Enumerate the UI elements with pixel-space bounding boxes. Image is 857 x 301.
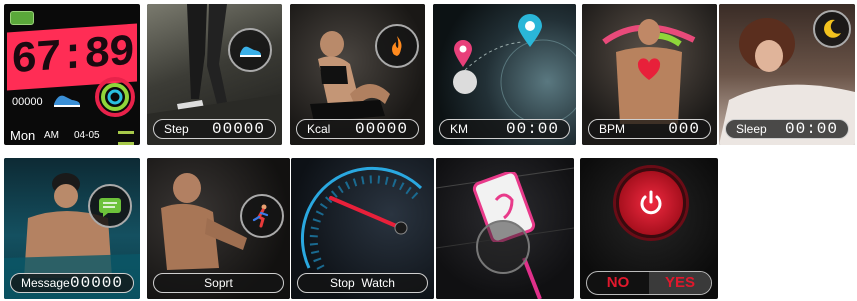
message-value: 00000 — [69, 274, 123, 292]
step-count-text: 00000 — [12, 96, 43, 108]
kcal-label: Kcal — [307, 122, 331, 136]
step-label: Step — [164, 122, 189, 136]
magnifier-icon — [476, 220, 530, 274]
runner-icon — [240, 194, 284, 238]
heart-icon — [636, 58, 662, 82]
step-value: 00000 — [211, 120, 265, 138]
kcal-pill: Kcal 00000 — [296, 119, 419, 139]
shoe-icon — [52, 92, 82, 108]
ampm-text: AM — [44, 130, 59, 141]
pin-pink-icon — [453, 40, 473, 68]
step-tile[interactable]: Step 00000 — [147, 4, 282, 145]
sport-pill: Soprt — [153, 273, 284, 293]
bpm-label: BPM — [599, 122, 626, 136]
power-confirm-bar: NO YES — [586, 271, 712, 295]
sport-tile[interactable]: Soprt — [147, 158, 290, 299]
stopwatch-pill: Stop Watch — [297, 273, 428, 293]
sleep-tile[interactable]: Sleep 00:00 — [719, 4, 855, 145]
km-tile[interactable]: KM 00:00 — [433, 4, 576, 145]
clock-face-tile[interactable]: 67:89 00000 Mon AM 04-05 — [4, 4, 140, 145]
yes-button[interactable]: YES — [649, 272, 711, 294]
kcal-value: 00000 — [354, 120, 408, 138]
stopwatch-label: Stop Watch — [330, 276, 395, 290]
battery-icon — [10, 11, 34, 25]
sleep-value: 00:00 — [784, 120, 838, 138]
sneaker-icon — [228, 28, 272, 72]
message-tile[interactable]: Message 00000 — [4, 158, 140, 299]
step-pill: Step 00000 — [153, 119, 276, 139]
signal-icon — [118, 131, 134, 145]
bpm-tile[interactable]: BPM 000 — [582, 4, 717, 145]
bpm-value: 000 — [668, 120, 700, 138]
power-icon[interactable] — [616, 168, 686, 238]
sleep-label: Sleep — [736, 122, 767, 136]
moon-icon — [813, 10, 851, 48]
kcal-tile[interactable]: Kcal 00000 — [290, 4, 425, 145]
pin-blue-icon — [517, 14, 543, 48]
flame-icon — [375, 24, 419, 68]
message-label: Message — [21, 276, 70, 290]
activity-rings-icon — [94, 76, 136, 118]
message-pill: Message 00000 — [10, 273, 134, 293]
message-icon — [88, 184, 132, 228]
stopwatch-tile[interactable]: Stop Watch — [291, 158, 434, 299]
sport-label: Soprt — [204, 276, 233, 290]
no-button[interactable]: NO — [587, 272, 649, 294]
day-text: Mon — [10, 128, 36, 143]
km-pill: KM 00:00 — [439, 119, 570, 139]
sleep-pill: Sleep 00:00 — [725, 119, 849, 139]
km-label: KM — [450, 122, 468, 136]
bpm-pill: BPM 000 — [588, 119, 711, 139]
km-value: 00:00 — [505, 120, 559, 138]
date-text: 04-05 — [74, 130, 100, 141]
find-phone-tile[interactable] — [436, 158, 574, 299]
power-tile[interactable]: NO YES — [580, 158, 718, 299]
